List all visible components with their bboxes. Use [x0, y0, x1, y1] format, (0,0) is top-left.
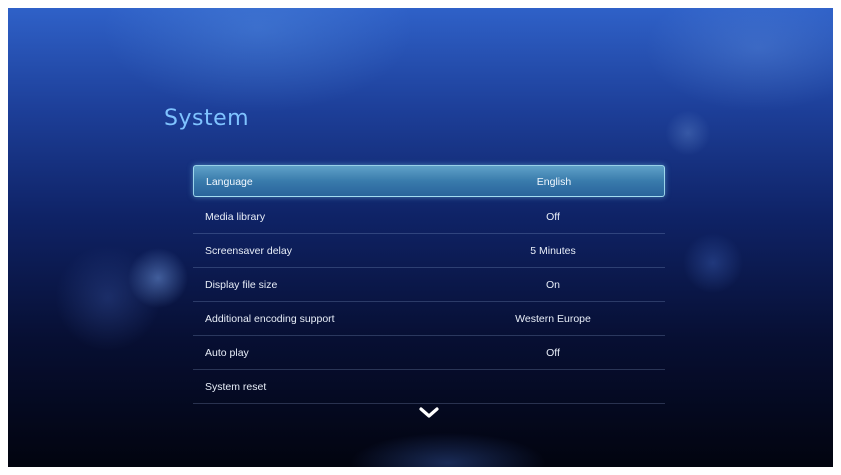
setting-row-media-library[interactable]: Media library Off — [193, 200, 665, 234]
setting-row-system-reset[interactable]: System reset — [193, 370, 665, 404]
window-frame: System Language English Media library Of… — [0, 0, 841, 475]
setting-label: Media library — [205, 211, 266, 223]
setting-value: Off — [546, 347, 560, 359]
setting-value: English — [536, 176, 572, 188]
chevron-down-icon[interactable] — [418, 406, 440, 420]
setting-label: Language — [206, 176, 253, 188]
setting-label: System reset — [205, 381, 267, 393]
setting-row-auto-play[interactable]: Auto play Off — [193, 336, 665, 370]
setting-label: Additional encoding support — [205, 313, 335, 325]
settings-list: Language English Media library Off Scree… — [193, 165, 665, 404]
settings-screen: System Language English Media library Of… — [8, 8, 833, 467]
setting-label: Screensaver delay — [205, 245, 292, 257]
setting-row-additional-encoding-support[interactable]: Additional encoding support Western Euro… — [193, 302, 665, 336]
setting-label: Auto play — [205, 347, 249, 359]
setting-row-language[interactable]: Language English — [193, 165, 665, 197]
setting-value: Western Europe — [515, 313, 591, 325]
setting-row-display-file-size[interactable]: Display file size On — [193, 268, 665, 302]
setting-value: 5 Minutes — [530, 245, 576, 257]
setting-value: On — [545, 279, 560, 291]
setting-value: Off — [546, 211, 560, 223]
setting-label: Display file size — [205, 279, 278, 291]
page-title: System — [164, 106, 250, 131]
setting-row-screensaver-delay[interactable]: Screensaver delay 5 Minutes — [193, 234, 665, 268]
